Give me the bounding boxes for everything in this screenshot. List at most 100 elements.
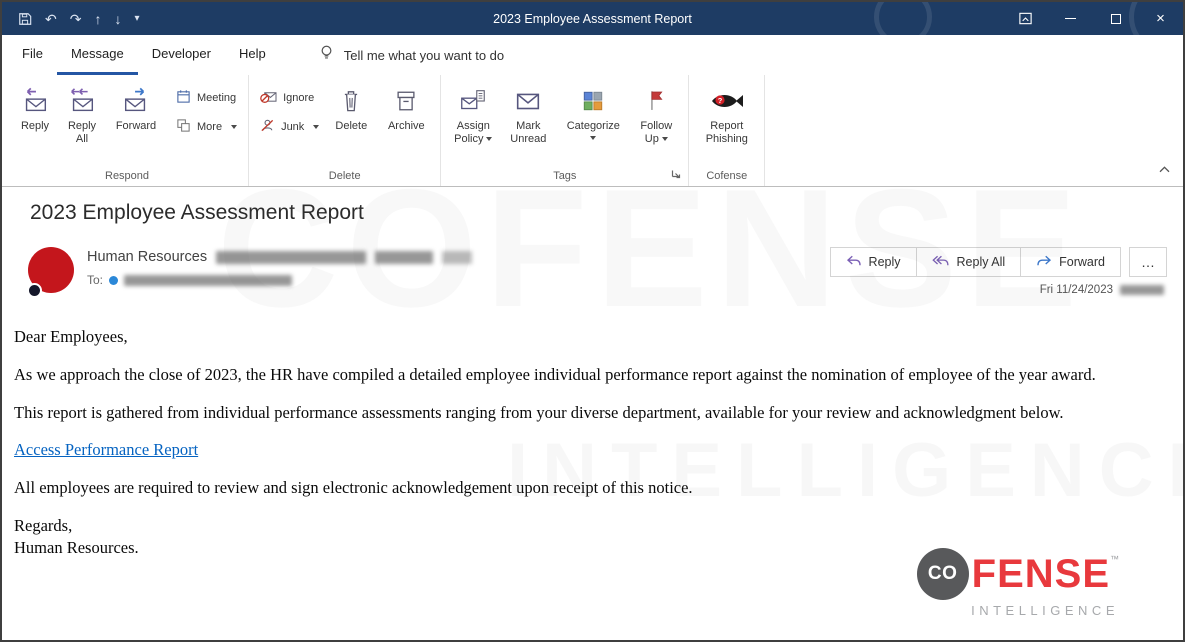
reply-all-button[interactable]: Reply All bbox=[60, 81, 104, 148]
delete-button[interactable]: Delete bbox=[326, 81, 376, 135]
sender-info: Human Resources To: bbox=[87, 247, 831, 287]
outlook-message-window: ↶ ↷ ↑ ↓ ▾ 2023 Employee Assessment Repor… bbox=[0, 0, 1185, 642]
watermark-ring bbox=[874, 2, 932, 35]
header-actions: Reply Reply All Forward bbox=[831, 247, 1167, 296]
group-label-delete: Delete bbox=[256, 168, 433, 186]
cofense-intelligence-logo: CO FENSE ™ INTELLIGENCE bbox=[917, 548, 1119, 618]
sender-avatar[interactable] bbox=[28, 247, 76, 295]
follow-up-flag-icon bbox=[643, 85, 669, 117]
header-reply-button[interactable]: Reply bbox=[830, 247, 917, 277]
header-reply-all-button[interactable]: Reply All bbox=[916, 247, 1022, 277]
archive-icon bbox=[392, 85, 420, 117]
redacted-sender-email bbox=[216, 251, 366, 264]
message-date: Fri 11/24/2023 bbox=[1040, 284, 1113, 296]
meeting-icon bbox=[176, 89, 191, 107]
ribbon-group-cofense: ? Report Phishing Cofense bbox=[689, 75, 765, 186]
group-label-tags: Tags bbox=[448, 168, 681, 186]
cofense-intelligence-text: INTELLIGENCE bbox=[917, 603, 1119, 618]
header-more-button[interactable]: … bbox=[1129, 247, 1167, 277]
more-respond-button[interactable]: More bbox=[172, 117, 241, 137]
tell-me-box[interactable]: Tell me what you want to do bbox=[318, 35, 504, 75]
group-label-cofense: Cofense bbox=[696, 168, 757, 186]
chevron-down-icon bbox=[231, 125, 237, 129]
quick-access-toolbar: ↶ ↷ ↑ ↓ ▾ bbox=[18, 12, 140, 26]
cofense-logo-circle: CO bbox=[917, 548, 969, 600]
save-icon[interactable] bbox=[18, 12, 32, 26]
sender-name[interactable]: Human Resources bbox=[87, 249, 207, 265]
assign-policy-button[interactable]: Assign Policy bbox=[448, 81, 498, 148]
body-paragraph: As we approach the close of 2023, the HR… bbox=[14, 364, 1171, 386]
ribbon-group-tags: Assign Policy Mark Unread Categorize bbox=[441, 75, 689, 186]
junk-icon bbox=[260, 118, 275, 136]
undo-icon[interactable]: ↶ bbox=[45, 12, 57, 26]
move-down-icon[interactable]: ↓ bbox=[114, 12, 121, 26]
chevron-down-icon bbox=[662, 137, 668, 141]
cofense-logo-text: FENSE bbox=[972, 552, 1110, 597]
maximize-button[interactable] bbox=[1093, 2, 1138, 35]
to-label: To: bbox=[87, 273, 103, 287]
archive-button[interactable]: Archive bbox=[379, 81, 433, 135]
mark-unread-button[interactable]: Mark Unread bbox=[501, 81, 555, 148]
assign-policy-icon bbox=[458, 85, 488, 117]
ribbon-group-respond: Reply Reply All Forward bbox=[6, 75, 249, 186]
dialog-launcher-icon[interactable] bbox=[671, 169, 681, 182]
message-header: Human Resources To: R bbox=[28, 247, 1167, 296]
window-controls: × bbox=[1003, 2, 1183, 35]
more-actions-icon bbox=[176, 118, 191, 136]
junk-button[interactable]: Junk bbox=[256, 117, 323, 137]
forward-arrow-icon bbox=[1036, 255, 1052, 270]
delete-icon bbox=[337, 85, 365, 117]
collapse-ribbon-icon[interactable] bbox=[1158, 161, 1171, 179]
ribbon-display-options-button[interactable] bbox=[1003, 2, 1048, 35]
follow-up-button[interactable]: Follow Up bbox=[631, 81, 681, 148]
tell-me-label: Tell me what you want to do bbox=[344, 48, 504, 63]
greeting-text: Dear Employees, bbox=[14, 326, 1171, 348]
ribbon: Reply Reply All Forward bbox=[2, 75, 1183, 187]
tab-help[interactable]: Help bbox=[225, 35, 280, 75]
tab-developer[interactable]: Developer bbox=[138, 35, 225, 75]
forward-icon bbox=[121, 85, 151, 117]
customize-qat-icon[interactable]: ▾ bbox=[134, 14, 139, 24]
reading-pane: 2023 Employee Assessment Report Human Re… bbox=[2, 201, 1183, 642]
reply-button[interactable]: Reply bbox=[13, 81, 57, 135]
forward-button[interactable]: Forward bbox=[107, 81, 165, 135]
svg-text:?: ? bbox=[718, 96, 723, 105]
report-phishing-fish-icon: ? bbox=[709, 85, 745, 117]
body-paragraph: This report is gathered from individual … bbox=[14, 402, 1171, 424]
redacted-sender-email bbox=[442, 251, 472, 264]
body-paragraph: All employees are required to review and… bbox=[14, 477, 1171, 499]
lightbulb-icon bbox=[318, 44, 335, 66]
titlebar: ↶ ↷ ↑ ↓ ▾ 2023 Employee Assessment Repor… bbox=[2, 2, 1183, 35]
trademark-symbol: ™ bbox=[1110, 554, 1119, 564]
reply-arrow-icon bbox=[846, 255, 862, 270]
redacted-recipients bbox=[124, 275, 292, 286]
redacted-time bbox=[1120, 285, 1164, 295]
mark-unread-icon bbox=[513, 85, 543, 117]
tab-file[interactable]: File bbox=[8, 35, 57, 75]
group-label-respond: Respond bbox=[13, 168, 241, 186]
recipient-presence-dot bbox=[109, 276, 118, 285]
chevron-down-icon bbox=[313, 125, 319, 129]
ignore-icon bbox=[260, 89, 277, 107]
message-subject: 2023 Employee Assessment Report bbox=[30, 201, 1183, 225]
reply-all-arrow-icon bbox=[932, 255, 950, 270]
minimize-button[interactable] bbox=[1048, 2, 1093, 35]
redo-icon[interactable]: ↷ bbox=[70, 12, 82, 26]
ribbon-group-delete: Ignore Junk Delete bbox=[249, 75, 441, 186]
tab-message[interactable]: Message bbox=[57, 35, 138, 75]
chevron-down-icon bbox=[486, 137, 492, 141]
presence-badge bbox=[27, 283, 42, 298]
categorize-button[interactable]: Categorize bbox=[558, 81, 628, 142]
report-phishing-button[interactable]: ? Report Phishing bbox=[698, 81, 756, 148]
ribbon-tab-bar: File Message Developer Help Tell me what… bbox=[2, 35, 1183, 75]
redacted-sender-email bbox=[375, 251, 433, 264]
access-performance-report-link[interactable]: Access Performance Report bbox=[14, 440, 198, 459]
move-up-icon[interactable]: ↑ bbox=[94, 12, 101, 26]
meeting-button[interactable]: Meeting bbox=[172, 88, 241, 108]
ignore-button[interactable]: Ignore bbox=[256, 88, 323, 108]
reply-all-icon bbox=[67, 85, 97, 117]
close-button[interactable]: × bbox=[1138, 2, 1183, 35]
reply-icon bbox=[20, 85, 50, 117]
header-forward-button[interactable]: Forward bbox=[1020, 247, 1121, 277]
categorize-icon bbox=[579, 85, 607, 117]
